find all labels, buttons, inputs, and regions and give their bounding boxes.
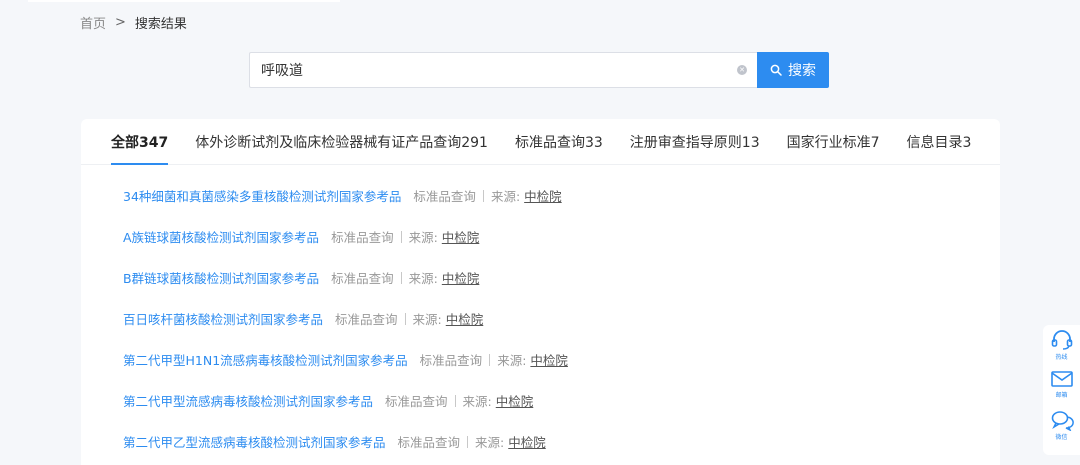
results-list: 34种细菌和真菌感染多重核酸检测试剂国家参考品 标准品查询 来源: 中检院 A族链球菌核…	[81, 165, 1000, 465]
result-category: 标准品查询	[331, 230, 394, 245]
sidebar-email-label: 邮箱	[1055, 392, 1068, 399]
category-tabs: 全部347 体外诊断试剂及临床检验器械有证产品查询291 标准品查询33 注册审查指导…	[81, 119, 1000, 165]
meta-divider	[489, 353, 491, 366]
result-title-link[interactable]: A族链球菌核酸检测试剂国家参考品	[123, 227, 319, 246]
mail-icon	[1050, 371, 1073, 387]
result-title-link[interactable]: 第二代甲型H1N1流感病毒核酸检测试剂国家参考品	[123, 350, 408, 369]
result-category: 标准品查询	[335, 312, 398, 327]
tab-2[interactable]: 标准品查询33	[515, 132, 603, 152]
result-source-link[interactable]: 中检院	[508, 432, 546, 451]
result-source-link[interactable]: 中检院	[442, 227, 480, 246]
search-icon	[770, 64, 782, 76]
breadcrumb: 首页 > 搜索结果	[80, 12, 187, 32]
result-meta: 标准品查询 来源: 中检院	[398, 432, 546, 451]
result-source-label: 来源:	[490, 189, 521, 204]
tab-1[interactable]: 体外诊断试剂及临床检验器械有证产品查询291	[195, 132, 488, 152]
result-category: 标准品查询	[331, 271, 394, 286]
result-source-label: 来源:	[475, 435, 505, 450]
breadcrumb-current: 搜索结果	[134, 16, 187, 32]
meta-divider	[454, 394, 456, 407]
result-category: 标准品查询	[413, 189, 476, 204]
search-button-label: 搜索	[788, 63, 816, 79]
meta-divider	[400, 271, 402, 284]
result-category: 标准品查询	[397, 435, 461, 450]
tab-0[interactable]: 全部347	[111, 132, 169, 165]
result-meta: 标准品查询 来源: 中检院	[420, 350, 568, 369]
result-source-link[interactable]: 中检院	[496, 391, 534, 410]
meta-divider	[482, 189, 484, 202]
floating-sidebar: 热线 邮箱 微信	[1043, 325, 1080, 455]
search-box: ✕	[249, 52, 757, 88]
result-source-link[interactable]: 中检院	[524, 186, 562, 205]
result-row: 34种细菌和真菌感染多重核酸检测试剂国家参考品 标准品查询 来源: 中检院	[123, 186, 1000, 227]
search-input[interactable]	[261, 62, 737, 78]
tab-5[interactable]: 信息目录3	[907, 132, 972, 152]
sidebar-wechat-label: 微信	[1055, 434, 1068, 441]
result-category: 标准品查询	[419, 353, 483, 368]
breadcrumb-separator: >	[115, 14, 126, 30]
sidebar-hotline-label: 热线	[1055, 354, 1068, 361]
sidebar-email[interactable]: 邮箱	[1050, 369, 1074, 409]
result-title-link[interactable]: 第二代甲乙型流感病毒核酸检测试剂国家参考品	[123, 432, 386, 451]
result-source-link[interactable]: 中检院	[530, 350, 568, 369]
result-meta: 标准品查询 来源: 中检院	[331, 268, 479, 287]
result-title-link[interactable]: 百日咳杆菌核酸检测试剂国家参考品	[123, 309, 323, 328]
result-row: 百日咳杆菌核酸检测试剂国家参考品 标准品查询 来源: 中检院	[123, 309, 1000, 350]
result-row: 第二代甲型流感病毒核酸检测试剂国家参考品 标准品查询 来源: 中检院	[123, 391, 1000, 432]
result-row: 第二代甲型H1N1流感病毒核酸检测试剂国家参考品 标准品查询 来源: 中检院	[123, 350, 1000, 391]
meta-divider	[404, 312, 406, 325]
result-source-label: 来源:	[497, 353, 527, 368]
result-row: A族链球菌核酸检测试剂国家参考品 标准品查询 来源: 中检院	[123, 227, 1000, 268]
headset-icon	[1051, 330, 1072, 350]
results-panel: 全部347 体外诊断试剂及临床检验器械有证产品查询291 标准品查询33 注册审查指导…	[81, 119, 1000, 465]
result-row: B群链球菌核酸检测试剂国家参考品 标准品查询 来源: 中检院	[123, 268, 1000, 309]
result-meta: 标准品查询 来源: 中检院	[335, 309, 483, 328]
clear-icon[interactable]: ✕	[737, 65, 747, 75]
search-button[interactable]: 搜索	[757, 52, 829, 88]
sidebar-hotline[interactable]: 热线	[1050, 329, 1074, 369]
search-bar: ✕ 搜索	[249, 52, 829, 88]
result-meta: 标准品查询 来源: 中检院	[385, 391, 533, 410]
chat-bubbles-icon	[1051, 411, 1074, 431]
result-source-label: 来源:	[462, 394, 492, 409]
result-source-label: 来源:	[408, 271, 438, 286]
result-title-link[interactable]: 第二代甲型流感病毒核酸检测试剂国家参考品	[123, 391, 373, 410]
result-row: 第二代甲乙型流感病毒核酸检测试剂国家参考品 标准品查询 来源: 中检院	[123, 432, 1000, 465]
top-divider	[28, 0, 340, 2]
meta-divider	[400, 230, 402, 243]
result-title-link[interactable]: 34种细菌和真菌感染多重核酸检测试剂国家参考品	[123, 186, 401, 205]
result-source-label: 来源:	[408, 230, 438, 245]
sidebar-wechat[interactable]: 微信	[1050, 409, 1074, 449]
result-source-link[interactable]: 中检院	[442, 268, 480, 287]
result-category: 标准品查询	[385, 394, 448, 409]
meta-divider	[467, 435, 469, 448]
result-meta: 标准品查询 来源: 中检院	[331, 227, 479, 246]
result-source-link[interactable]: 中检院	[446, 309, 484, 328]
breadcrumb-home-link[interactable]: 首页	[80, 13, 106, 32]
result-meta: 标准品查询 来源: 中检院	[413, 186, 561, 205]
tab-4[interactable]: 国家行业标准7	[787, 132, 880, 152]
result-title-link[interactable]: B群链球菌核酸检测试剂国家参考品	[123, 268, 319, 287]
tab-3[interactable]: 注册审查指导原则13	[630, 132, 760, 152]
result-source-label: 来源:	[412, 312, 442, 327]
